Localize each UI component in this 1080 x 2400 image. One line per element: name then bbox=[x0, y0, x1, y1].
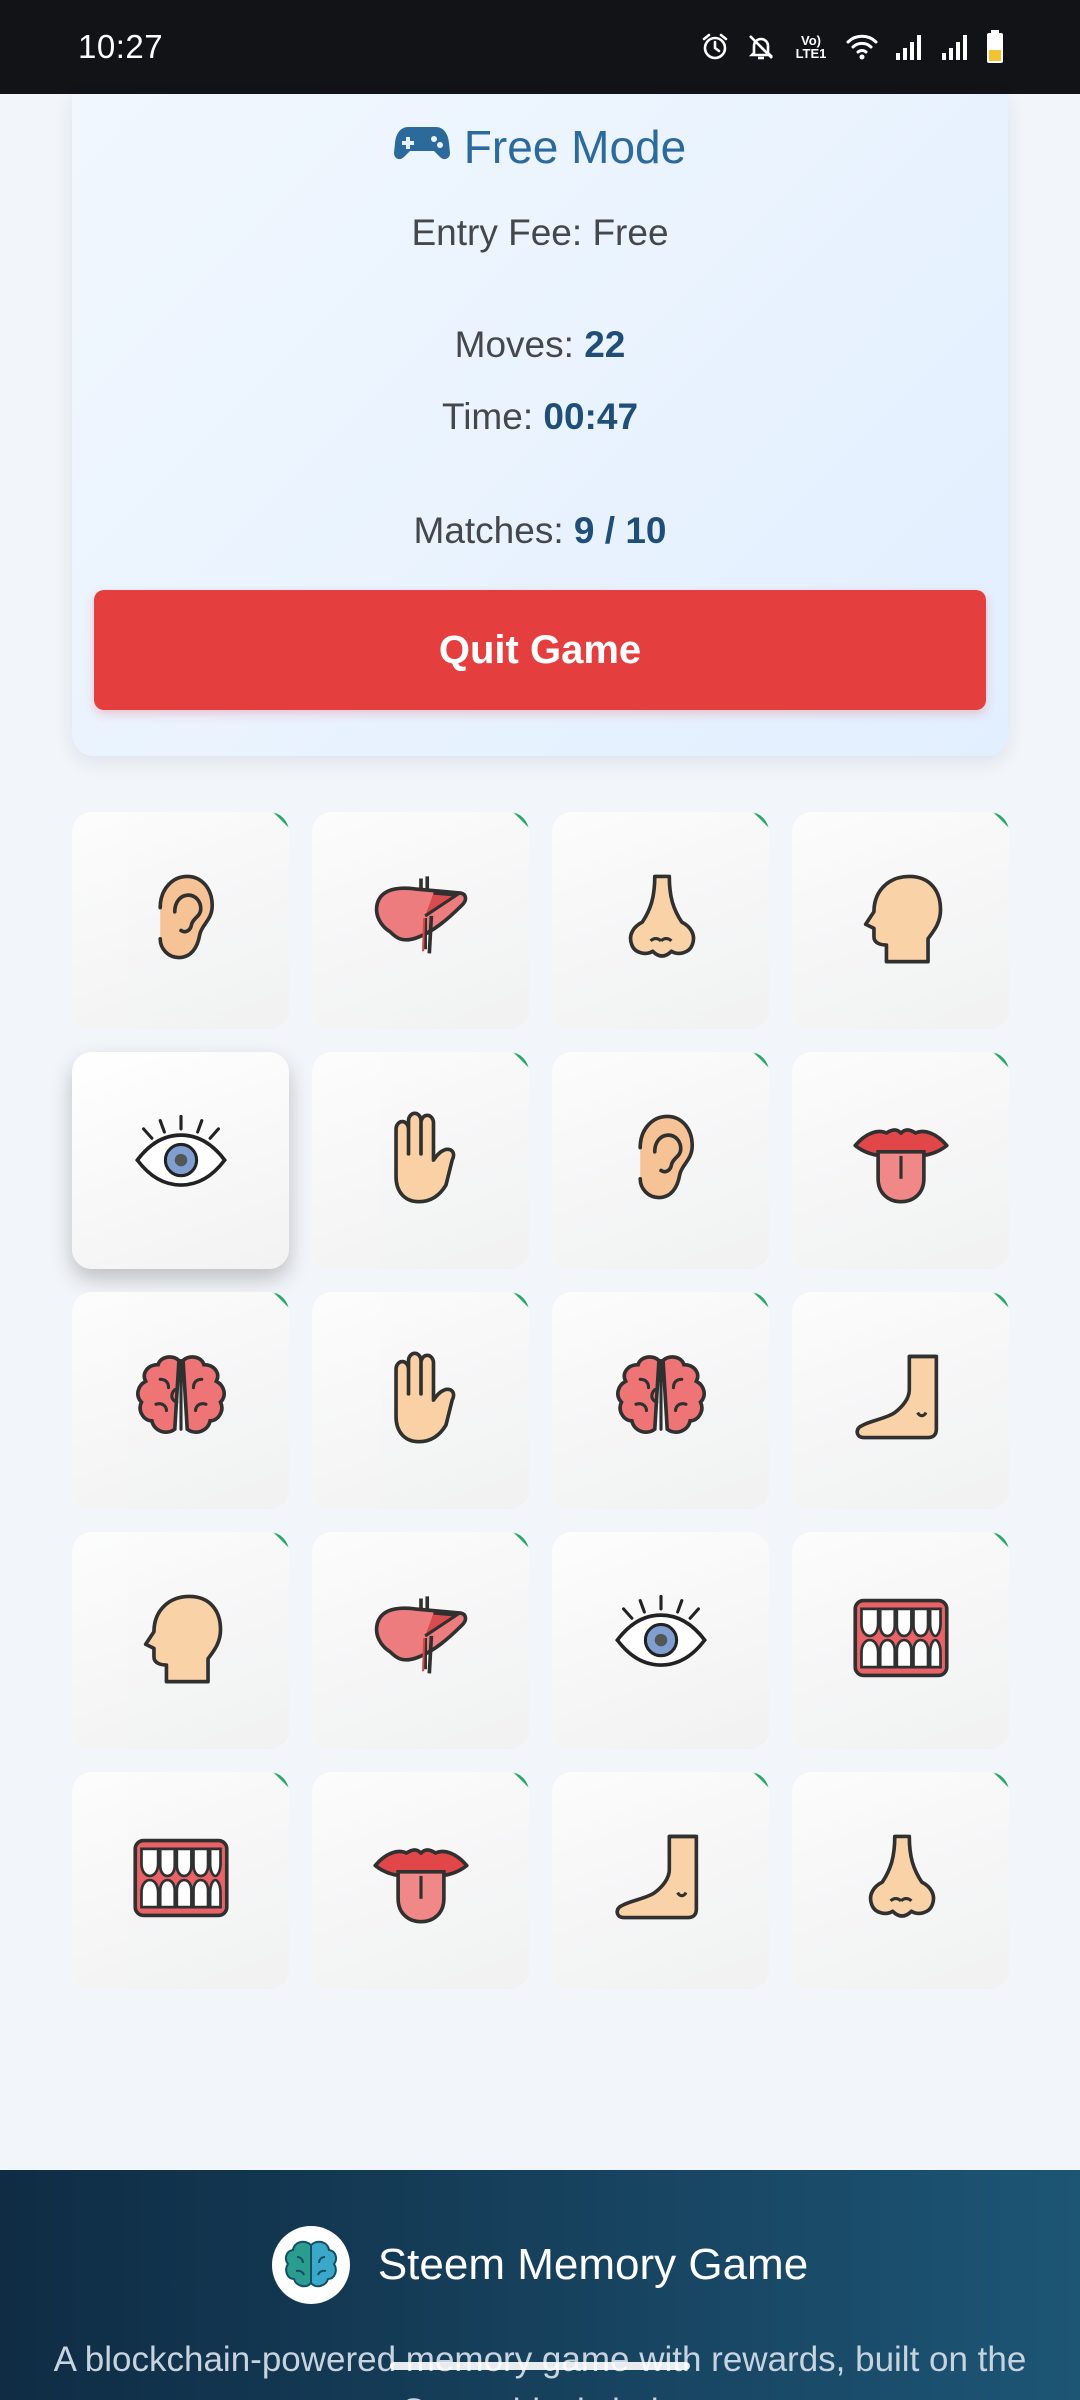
status-bar: 10:27 Vo) LTE1 bbox=[0, 0, 1080, 94]
game-info-card: Free Mode Entry Fee: Free Moves: 22 Time… bbox=[72, 94, 1008, 756]
head-icon bbox=[849, 866, 953, 975]
memory-card[interactable] bbox=[312, 1052, 529, 1269]
time-label: Time: bbox=[441, 396, 534, 437]
signal-icon-2 bbox=[940, 33, 970, 61]
memory-card[interactable] bbox=[552, 1052, 769, 1269]
matched-indicator bbox=[273, 812, 289, 828]
memory-card[interactable] bbox=[72, 1772, 289, 1989]
memory-card[interactable] bbox=[72, 812, 289, 1029]
gamepad-icon bbox=[393, 120, 450, 174]
memory-card[interactable] bbox=[792, 1052, 1009, 1269]
time-value: 00:47 bbox=[543, 396, 639, 437]
matched-indicator bbox=[513, 1772, 529, 1788]
matched-indicator bbox=[753, 1772, 769, 1788]
memory-card[interactable] bbox=[552, 812, 769, 1029]
signal-icon-1 bbox=[894, 33, 924, 61]
ear-icon bbox=[609, 1106, 713, 1215]
wifi-icon bbox=[846, 34, 878, 60]
moves-value: 22 bbox=[584, 324, 626, 365]
nose-icon bbox=[849, 1826, 953, 1935]
footer-brand: Steem Memory Game bbox=[0, 2226, 1080, 2304]
hand-icon bbox=[369, 1346, 473, 1455]
alarm-icon bbox=[700, 32, 730, 62]
liver-icon bbox=[369, 866, 473, 975]
memory-card[interactable] bbox=[792, 812, 1009, 1029]
matched-indicator bbox=[513, 1292, 529, 1308]
volte-label: Vo) LTE1 bbox=[795, 33, 827, 61]
matched-indicator bbox=[513, 1532, 529, 1548]
tongue-icon bbox=[849, 1106, 953, 1215]
moves-stat: Moves: 22 bbox=[72, 324, 1008, 366]
mode-heading: Free Mode bbox=[72, 120, 1008, 174]
moves-label: Moves: bbox=[454, 324, 574, 365]
memory-card[interactable] bbox=[72, 1052, 289, 1269]
brain-icon bbox=[129, 1346, 233, 1455]
matched-indicator bbox=[753, 1052, 769, 1068]
matched-indicator bbox=[993, 812, 1009, 828]
matched-indicator bbox=[273, 1772, 289, 1788]
teeth-icon bbox=[129, 1826, 233, 1935]
time-stat: Time: 00:47 bbox=[72, 396, 1008, 438]
liver-icon bbox=[369, 1586, 473, 1695]
memory-card[interactable] bbox=[792, 1292, 1009, 1509]
status-time: 10:27 bbox=[78, 28, 164, 65]
matches-stat: Matches: 9 / 10 bbox=[72, 510, 1008, 552]
memory-card[interactable] bbox=[312, 812, 529, 1029]
matched-indicator bbox=[273, 1292, 289, 1308]
mode-title: Free Mode bbox=[463, 121, 687, 173]
brain-logo-icon bbox=[271, 2226, 350, 2304]
matched-indicator bbox=[993, 1772, 1009, 1788]
ear-icon bbox=[129, 866, 233, 975]
brain-icon bbox=[609, 1346, 713, 1455]
memory-card[interactable] bbox=[72, 1292, 289, 1509]
head-icon bbox=[129, 1586, 233, 1695]
foot-icon bbox=[849, 1346, 953, 1455]
memory-card[interactable] bbox=[552, 1532, 769, 1749]
matched-indicator bbox=[753, 1292, 769, 1308]
matched-indicator bbox=[513, 1052, 529, 1068]
eye-icon bbox=[129, 1106, 233, 1215]
home-indicator[interactable] bbox=[390, 2362, 690, 2370]
quit-game-button[interactable]: Quit Game bbox=[94, 590, 986, 710]
battery-icon bbox=[986, 30, 1004, 64]
tongue-icon bbox=[369, 1826, 473, 1935]
matched-indicator bbox=[993, 1532, 1009, 1548]
bell-off-icon bbox=[746, 32, 776, 62]
foot-icon bbox=[609, 1826, 713, 1935]
memory-card[interactable] bbox=[792, 1532, 1009, 1749]
memory-card[interactable] bbox=[552, 1292, 769, 1509]
matched-indicator bbox=[993, 1292, 1009, 1308]
memory-card[interactable] bbox=[312, 1292, 529, 1509]
matches-value: 9 / 10 bbox=[573, 510, 667, 551]
entry-fee: Entry Fee: Free bbox=[411, 212, 669, 253]
hand-icon bbox=[369, 1106, 473, 1215]
nose-icon bbox=[609, 866, 713, 975]
memory-card[interactable] bbox=[792, 1772, 1009, 1989]
status-icons: Vo) LTE1 bbox=[700, 26, 1004, 68]
matched-indicator bbox=[513, 812, 529, 828]
memory-card[interactable] bbox=[72, 1532, 289, 1749]
matched-indicator bbox=[993, 1052, 1009, 1068]
eye-icon bbox=[609, 1586, 713, 1695]
matches-label: Matches: bbox=[413, 510, 564, 551]
memory-card[interactable] bbox=[312, 1532, 529, 1749]
footer-title: Steem Memory Game bbox=[377, 2240, 809, 2289]
matched-indicator bbox=[273, 1532, 289, 1548]
matched-indicator bbox=[753, 812, 769, 828]
memory-card[interactable] bbox=[312, 1772, 529, 1989]
memory-card[interactable] bbox=[552, 1772, 769, 1989]
teeth-icon bbox=[849, 1586, 953, 1695]
